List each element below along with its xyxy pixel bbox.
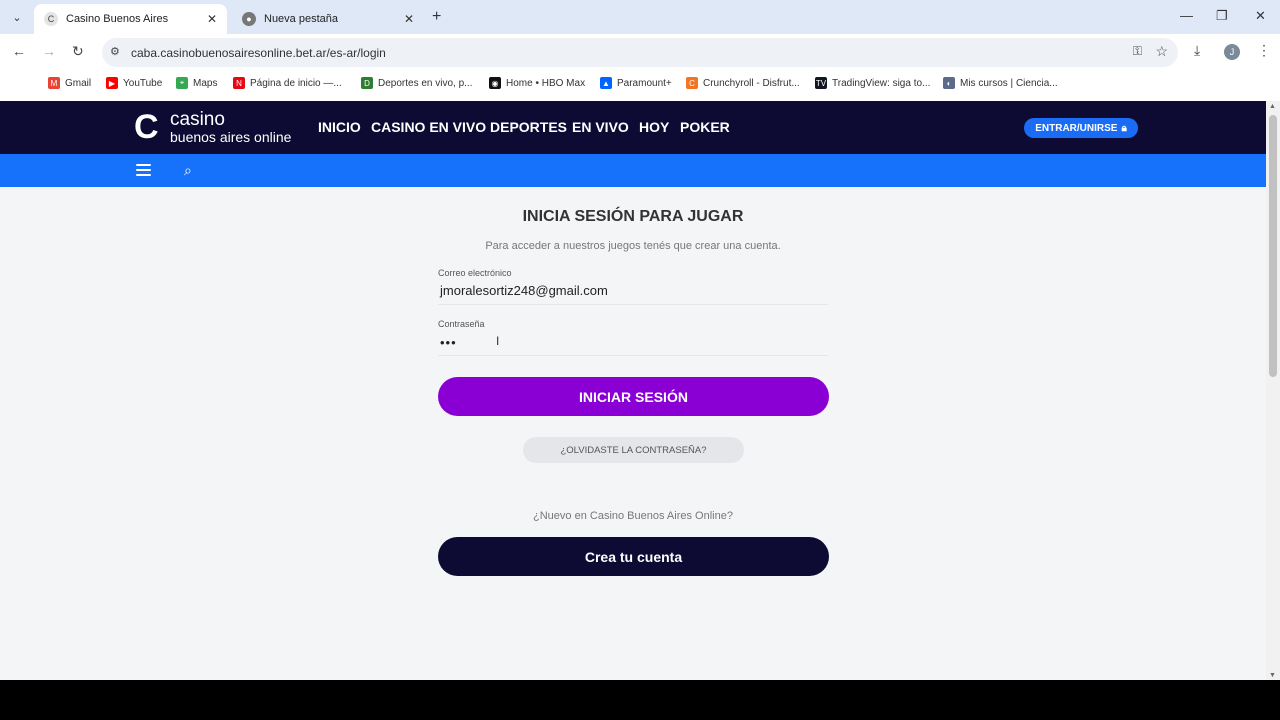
back-icon[interactable]: ← <box>12 43 26 59</box>
forward-icon[interactable]: → <box>42 43 56 59</box>
close-tab-icon[interactable]: ✕ <box>207 12 217 26</box>
menu-icon[interactable]: ⋮ <box>1257 42 1271 59</box>
password-key-icon[interactable]: ⚿ <box>1133 44 1142 59</box>
scrollbar-thumb[interactable] <box>1269 115 1277 377</box>
bookmarks-bar: M Gmail ▶ YouTube ⌖ Maps N Página de inicio … <box>0 71 1280 97</box>
bookmark-star-icon[interactable]: ☆ <box>1155 43 1168 60</box>
tab-new[interactable]: ● Nueva pestaña ✕ <box>232 4 424 34</box>
casino-favicon-icon: C <box>44 12 58 26</box>
download-icon[interactable]: ⤓ <box>1194 42 1200 59</box>
close-window-icon[interactable]: ✕ <box>1255 8 1266 24</box>
nav-hoy[interactable]: HOY <box>639 119 669 135</box>
login-join-button[interactable]: ENTRAR/UNIRSE 🔒︎ <box>1024 118 1138 138</box>
youtube-icon: ▶ <box>106 77 118 89</box>
tab-strip: ⌄ C Casino Buenos Aires ✕ ● Nueva pestañ… <box>0 0 1280 34</box>
scroll-up-icon[interactable]: ▲ <box>1269 103 1276 110</box>
bookmark-gmail[interactable]: M Gmail <box>48 77 91 89</box>
password-underline <box>438 355 828 356</box>
new-account-prompt: ¿Nuevo en Casino Buenos Aires Online? <box>533 510 733 522</box>
page-title: INICIA SESIÓN PARA JUGAR <box>522 208 744 225</box>
nav-casino-en-vivo[interactable]: CASINO EN VIVO <box>371 119 486 135</box>
nav-poker[interactable]: POKER <box>680 119 730 135</box>
logo-line1: casino <box>170 109 225 130</box>
email-field[interactable]: jmoralesortiz248@gmail.com <box>440 283 608 298</box>
site-info-icon[interactable]: ⚙ <box>110 45 120 58</box>
bookmark-espn[interactable]: D Deportes en vivo, p... <box>361 77 473 89</box>
bookmark-youtube[interactable]: ▶ YouTube <box>106 77 162 89</box>
scrollbar[interactable]: ▲ ▼ <box>1266 101 1280 680</box>
page-content: C casino buenos aires online INICIO CASI… <box>0 101 1266 680</box>
toolbar: ← → ↻ ⚙ caba.casinobuenosairesonline.bet… <box>0 34 1280 71</box>
login-join-label: ENTRAR/UNIRSE <box>1035 122 1118 134</box>
text-cursor-icon: I <box>496 334 500 348</box>
tab-casino[interactable]: C Casino Buenos Aires ✕ <box>34 4 227 34</box>
nav-deportes[interactable]: DEPORTES <box>490 119 567 135</box>
tab-title: Casino Buenos Aires <box>66 13 169 25</box>
gmail-icon: M <box>48 77 60 89</box>
nav-inicio[interactable]: INICIO <box>318 119 361 135</box>
hbo-icon: ◉ <box>489 77 501 89</box>
address-bar[interactable]: ⚙ caba.casinobuenosairesonline.bet.ar/es… <box>102 38 1178 67</box>
browser-chrome: ⌄ C Casino Buenos Aires ✕ ● Nueva pestañ… <box>0 0 1280 101</box>
bookmark-maps[interactable]: ⌖ Maps <box>176 77 217 89</box>
bookmark-courses[interactable]: ◐ Mis cursos | Ciencia... <box>943 77 1058 89</box>
maps-icon: ⌖ <box>176 77 188 89</box>
tab-search-icon[interactable]: ⌄ <box>6 6 28 28</box>
nav-en-vivo[interactable]: EN VIVO <box>572 119 629 135</box>
tradingview-icon: TV <box>815 77 827 89</box>
chrome-icon: ● <box>242 12 256 26</box>
avatar[interactable]: J <box>1224 44 1240 60</box>
email-label: Correo electrónico <box>438 268 512 278</box>
url-text[interactable]: caba.casinobuenosairesonline.bet.ar/es-a… <box>131 46 386 60</box>
search-icon[interactable]: ⌕ <box>184 162 192 179</box>
restore-icon[interactable]: ❐ <box>1216 8 1228 24</box>
close-tab-icon[interactable]: ✕ <box>404 12 414 26</box>
espn-icon: D <box>361 77 373 89</box>
lock-icon: 🔒︎ <box>1121 122 1127 134</box>
casino-logo[interactable]: C casino buenos aires online <box>134 110 299 146</box>
page-subtitle: Para acceder a nuestros juegos tenés que… <box>485 240 781 252</box>
reload-icon[interactable]: ↻ <box>72 43 84 60</box>
bookmark-netflix[interactable]: N Página de inicio —... <box>233 77 342 89</box>
bookmark-crunchyroll[interactable]: C Crunchyroll - Disfrut... <box>686 77 800 89</box>
email-underline <box>438 304 828 305</box>
bookmark-hbo[interactable]: ◉ Home • HBO Max <box>489 77 585 89</box>
tab-title: Nueva pestaña <box>264 13 338 25</box>
hamburger-menu-icon[interactable] <box>136 164 151 176</box>
logo-c-icon: C <box>134 108 159 146</box>
login-submit-button[interactable]: INICIAR SESIÓN <box>438 377 829 416</box>
minimize-icon[interactable]: — <box>1180 8 1193 23</box>
sub-navbar: ⌕ <box>0 154 1266 187</box>
logo-line2: buenos aires online <box>170 129 292 145</box>
crunchyroll-icon: C <box>686 77 698 89</box>
bookmark-tradingview[interactable]: TV TradingView: siga to... <box>815 77 930 89</box>
password-label: Contraseña <box>438 319 485 329</box>
forgot-password-button[interactable]: ¿OLVIDASTE LA CONTRASEÑA? <box>523 437 744 463</box>
courses-icon: ◐ <box>943 77 955 89</box>
create-account-button[interactable]: Crea tu cuenta <box>438 537 829 576</box>
paramount-icon: ▲ <box>600 77 612 89</box>
new-tab-icon[interactable]: + <box>432 8 441 26</box>
bookmark-paramount[interactable]: ▲ Paramount+ <box>600 77 672 89</box>
scroll-down-icon[interactable]: ▼ <box>1269 672 1276 679</box>
password-field[interactable]: ••• <box>440 335 457 350</box>
site-header: C casino buenos aires online INICIO CASI… <box>0 101 1266 154</box>
netflix-icon: N <box>233 77 245 89</box>
